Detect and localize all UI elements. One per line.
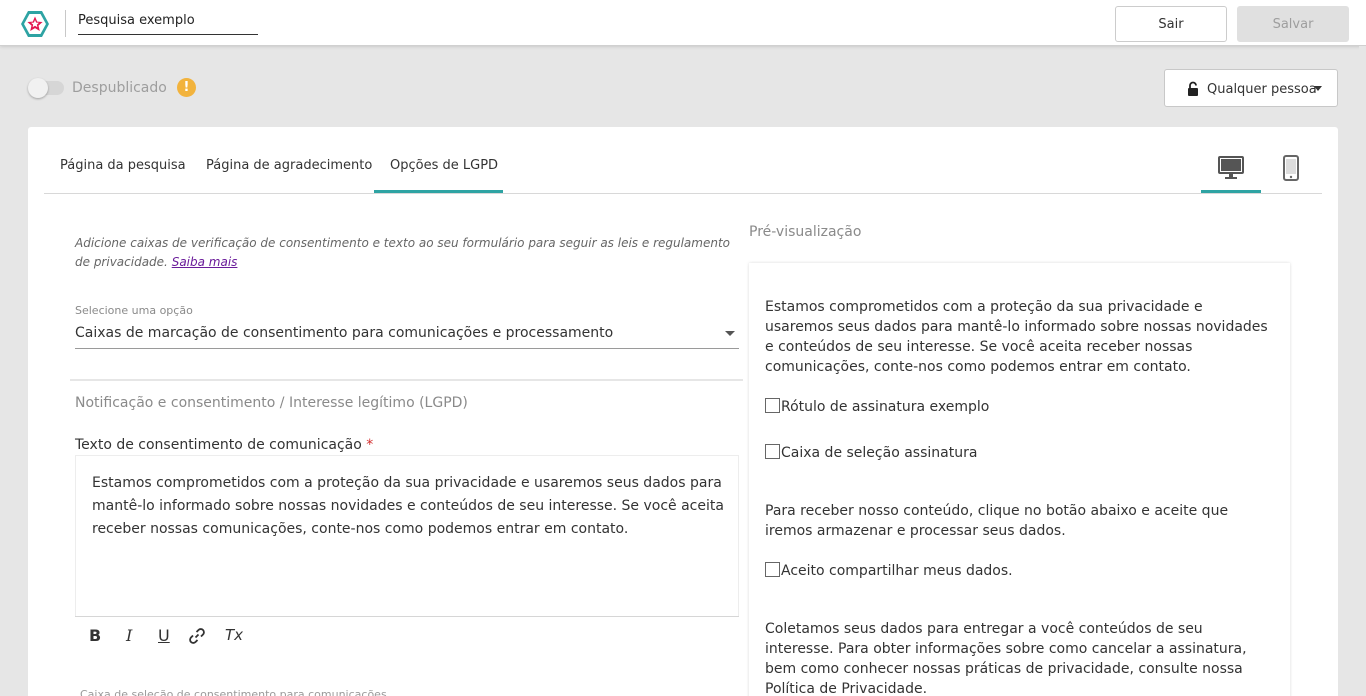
consent-type-select[interactable]: Caixas de marcação de consentimento para… — [75, 325, 613, 341]
checkbox[interactable] — [765, 444, 780, 459]
consent-text-label: Texto de consentimento de comunicação * — [75, 437, 373, 453]
underline-button[interactable]: U — [158, 626, 170, 645]
section-title: Notificação e consentimento / Interesse … — [75, 395, 468, 411]
learn-more-link[interactable]: Saiba mais — [172, 255, 238, 269]
active-tab-indicator — [374, 190, 503, 193]
checkbox-label: Rótulo de assinatura exemplo — [781, 399, 990, 415]
checkbox-label: Aceito compartilhar meus dados. — [781, 563, 1013, 579]
desktop-icon[interactable] — [1218, 156, 1244, 180]
checkbox-label: Caixa de seleção assinatura — [781, 445, 978, 461]
publish-status-label: Despublicado — [72, 80, 167, 96]
preview-checkbox-selection[interactable]: Caixa de seleção assinatura — [765, 444, 977, 461]
editor-divider — [75, 616, 739, 617]
select-underline — [75, 348, 739, 349]
survey-title-input[interactable]: Pesquisa exemplo — [78, 11, 258, 35]
exit-button[interactable]: Sair — [1115, 6, 1227, 42]
required-asterisk: * — [366, 437, 374, 453]
tab-lgpd-options[interactable]: Opções de LGPD — [390, 158, 498, 173]
preview-title: Pré-visualização — [749, 224, 862, 240]
scrollbar[interactable] — [1359, 46, 1366, 696]
save-button[interactable]: Salvar — [1237, 6, 1349, 42]
checkbox[interactable] — [765, 398, 780, 413]
preview-paragraph: Coletamos seus dados para entregar a voc… — [765, 621, 1247, 696]
tab-survey-page[interactable]: Página da pesquisa — [60, 158, 186, 173]
access-dropdown[interactable]: Qualquer pessoa — [1164, 69, 1338, 107]
mobile-icon[interactable] — [1282, 155, 1300, 181]
tab-thank-you-page[interactable]: Página de agradecimento — [206, 158, 372, 173]
bold-button[interactable]: B — [89, 626, 101, 645]
intro-text: Adicione caixas de verificação de consen… — [75, 234, 735, 272]
link-icon[interactable] — [188, 627, 206, 645]
active-device-indicator — [1201, 190, 1261, 193]
next-field-label: Caixa de seleção de consentimento para c… — [80, 688, 387, 696]
tabs-divider — [44, 193, 1322, 194]
warning-icon[interactable]: ! — [177, 78, 196, 97]
consent-text-content[interactable]: Estamos comprometidos com a proteção da … — [92, 472, 732, 541]
top-bar: Pesquisa exemplo Sair Salvar — [0, 0, 1366, 46]
select-label: Selecione uma opção — [75, 304, 193, 317]
section-divider — [70, 379, 743, 381]
preview-paragraph: Para receber nosso conteúdo, clique no b… — [765, 503, 1229, 539]
clear-format-button[interactable]: Tx — [225, 626, 243, 644]
consent-text-label-text: Texto de consentimento de comunicação — [75, 437, 362, 453]
header-divider — [65, 10, 66, 37]
italic-button[interactable]: I — [126, 626, 132, 645]
unlock-icon — [1188, 81, 1198, 96]
app-logo-icon[interactable] — [20, 10, 50, 38]
checkbox[interactable] — [765, 562, 780, 577]
publish-toggle[interactable] — [28, 78, 48, 98]
select-caret-icon[interactable] — [725, 331, 735, 336]
preview-checkbox-share[interactable]: Aceito compartilhar meus dados. — [765, 562, 1013, 579]
preview-paragraph: Estamos comprometidos com a proteção da … — [765, 299, 1268, 375]
caret-down-icon — [1314, 86, 1322, 91]
access-label: Qualquer pessoa — [1207, 82, 1317, 97]
preview-checkbox-subscription[interactable]: Rótulo de assinatura exemplo — [765, 398, 989, 415]
